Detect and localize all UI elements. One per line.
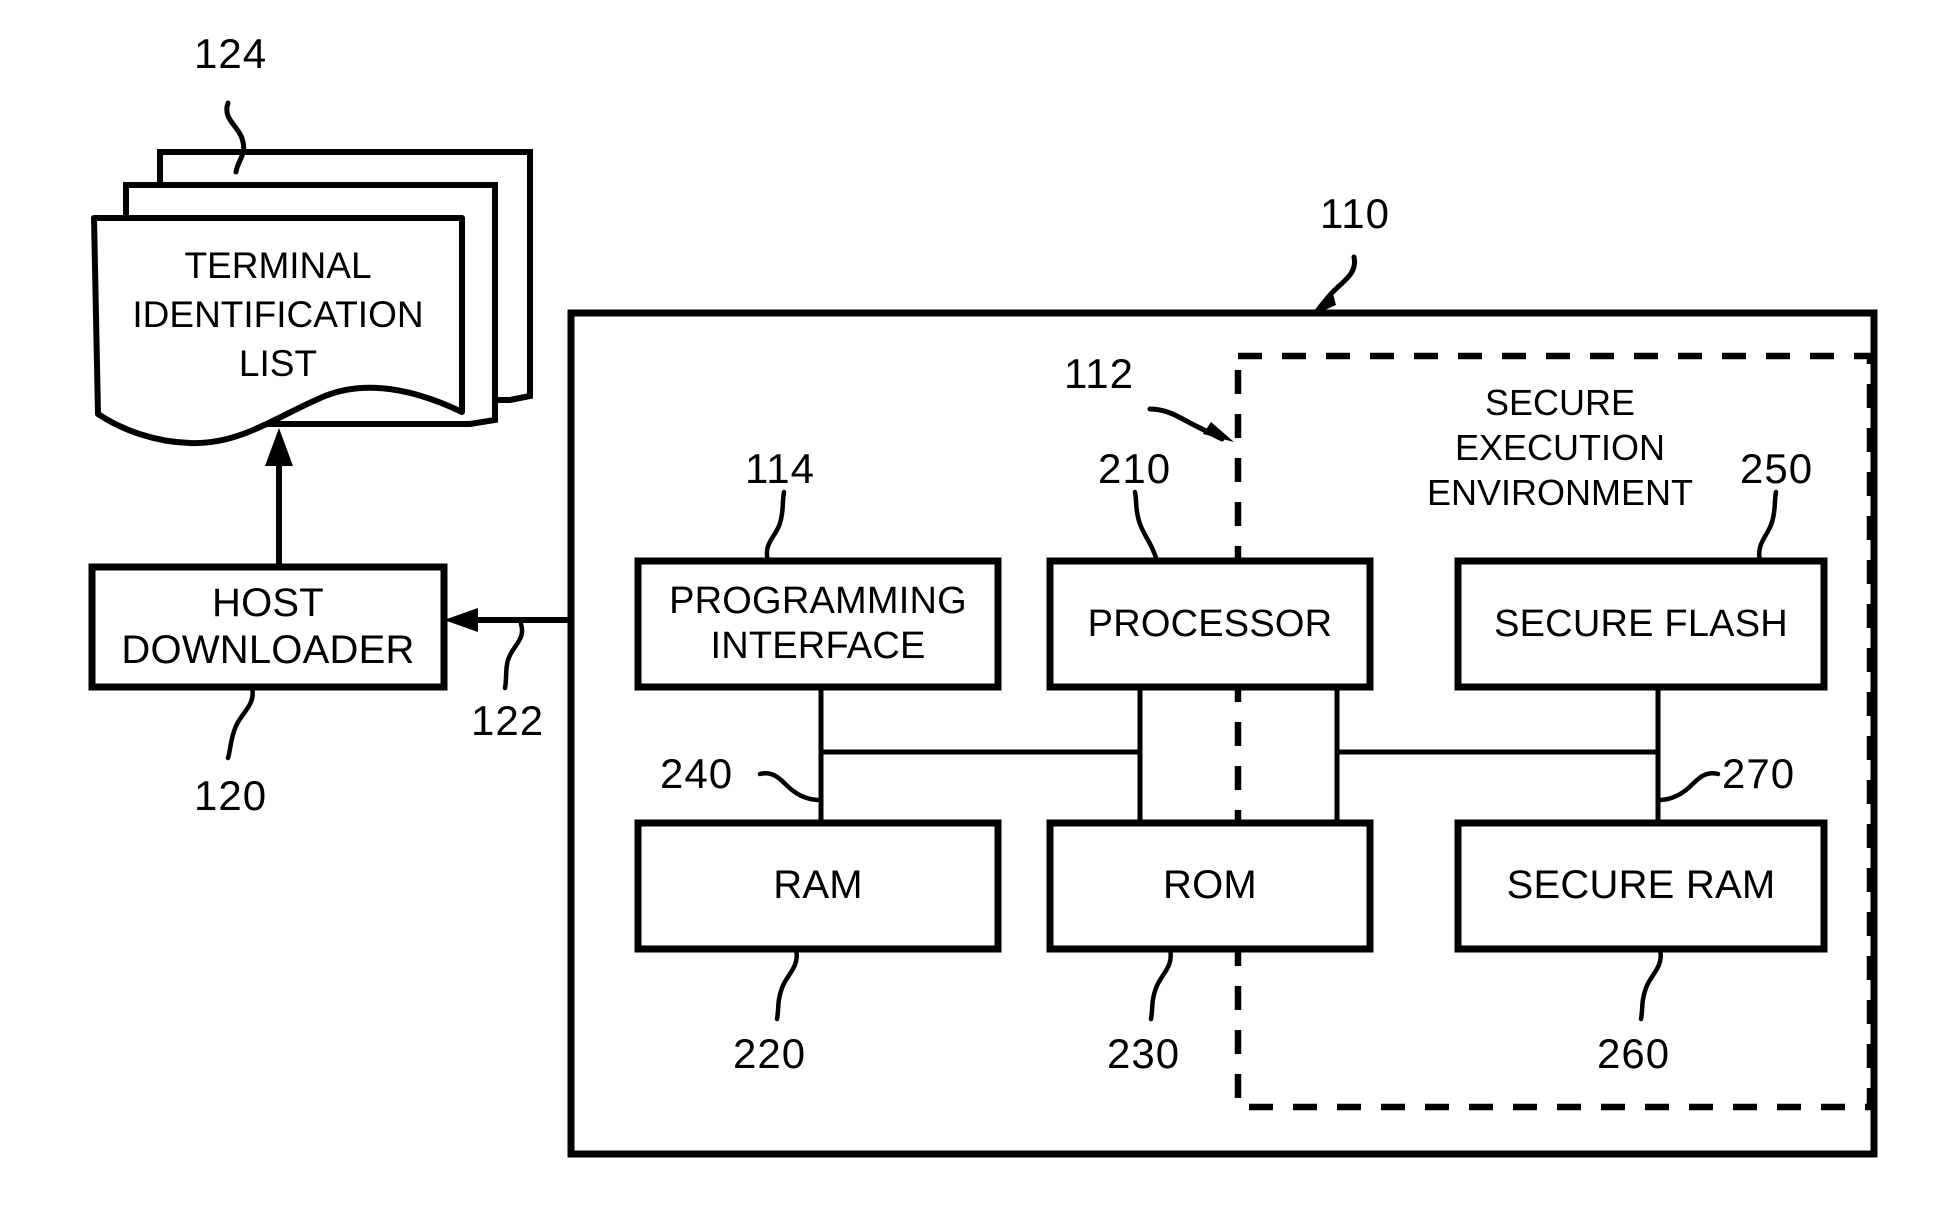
- ref-122: 122: [471, 697, 545, 744]
- rom-box: [1046, 819, 1374, 953]
- ref-112: 112: [1064, 350, 1134, 397]
- ram-box: [634, 819, 1002, 953]
- ref-220: 220: [733, 1030, 807, 1077]
- leader-110: [1309, 254, 1358, 317]
- ref-120: 120: [194, 772, 268, 819]
- ref-250: 250: [1740, 445, 1814, 492]
- processor-box: [1046, 557, 1374, 691]
- secure-execution-environment-label: SECURE EXECUTION ENVIRONMENT: [1426, 382, 1693, 513]
- secure-flash-box: [1454, 557, 1828, 691]
- terminal-id-list-title: TERMINAL IDENTIFICATION LIST: [132, 245, 424, 384]
- leader-122: [502, 621, 525, 691]
- programming-interface-box: [634, 557, 1002, 691]
- secure-ram-box: [1454, 819, 1828, 953]
- ref-114: 114: [745, 445, 815, 492]
- patent-figure-canvas: TERMINAL IDENTIFICATION LIST 124 HOST DO…: [0, 0, 1956, 1215]
- leader-120: [225, 684, 255, 761]
- arrow-host-to-list: [265, 428, 293, 567]
- ref-124: 124: [194, 30, 268, 77]
- host-downloader-box: [88, 563, 448, 691]
- ref-210: 210: [1098, 445, 1172, 492]
- ref-240: 240: [660, 750, 734, 797]
- ref-270: 270: [1722, 750, 1796, 797]
- ref-110: 110: [1320, 190, 1390, 237]
- ref-260: 260: [1597, 1030, 1671, 1077]
- ref-230: 230: [1107, 1030, 1181, 1077]
